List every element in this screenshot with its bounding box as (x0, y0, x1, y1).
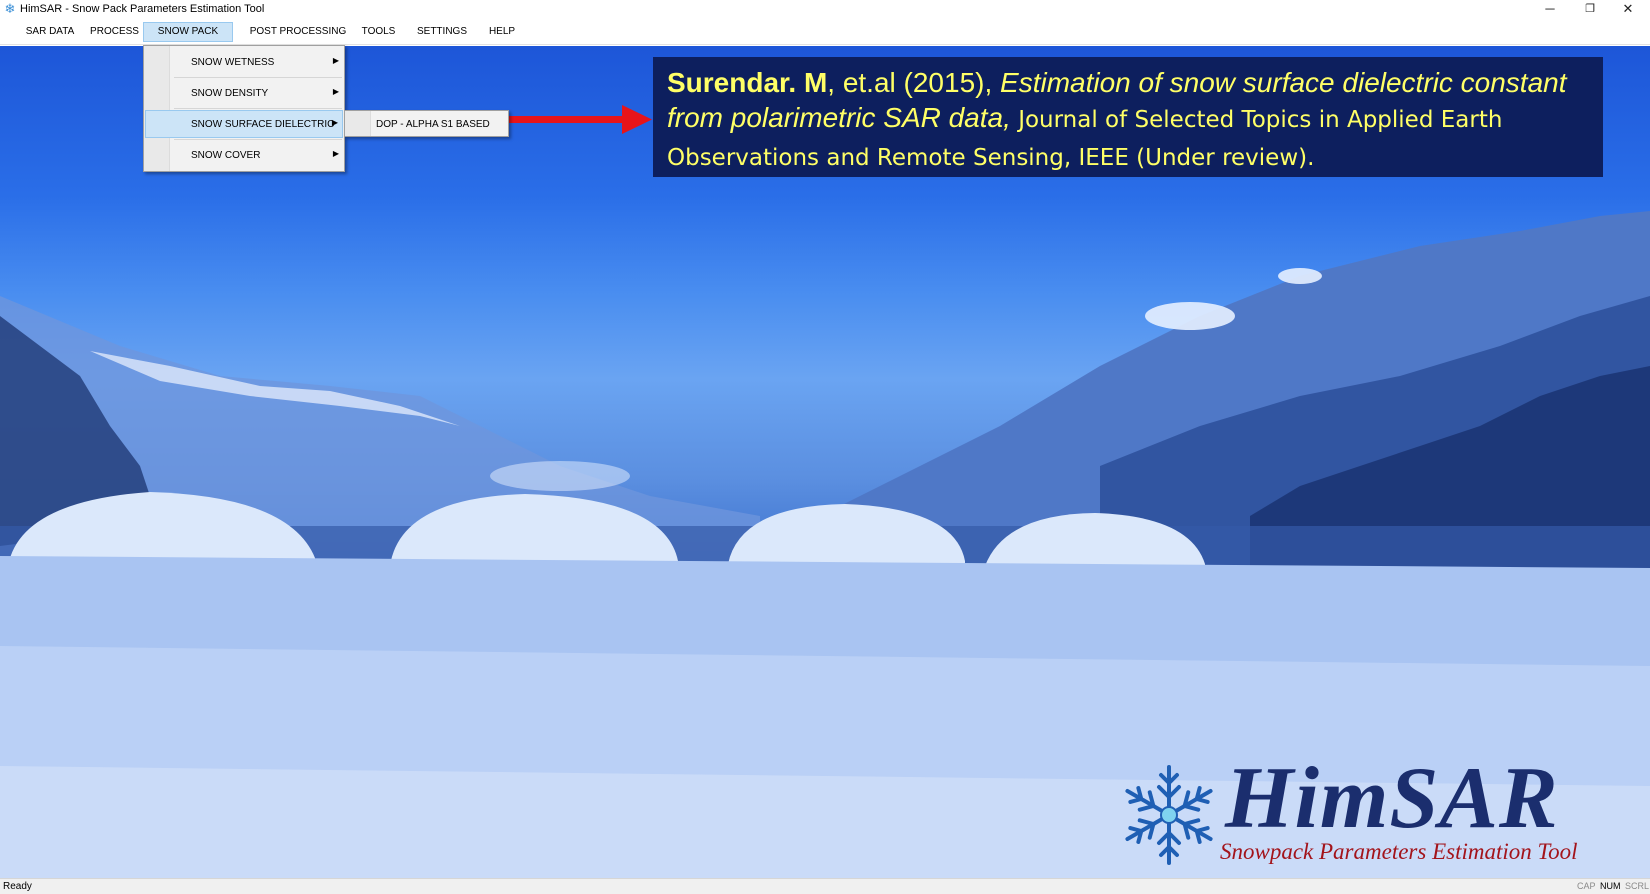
menu-process[interactable]: PROCESS (87, 22, 142, 42)
menu-bar: SAR DATA PROCESS SNOW PACK POST PROCESSI… (0, 19, 1650, 45)
citation-year: , et.al (2015), (827, 67, 1001, 98)
citation-author: Surendar. M (667, 67, 828, 98)
menu-settings[interactable]: SETTINGS (412, 22, 472, 42)
dropdown-item-label: SNOW DENSITY (191, 88, 269, 99)
menu-divider (174, 139, 342, 140)
restore-icon[interactable]: ❐ (1571, 0, 1609, 19)
submenu-arrow-icon: ▶ (331, 118, 338, 127)
minimize-icon[interactable]: ─ (1531, 0, 1569, 19)
num-lock-indicator: NUM (1600, 881, 1621, 891)
snowflake-icon: ❄ (4, 1, 16, 16)
snow-surface-dielectric-submenu: DOP - ALPHA S1 BASED (344, 110, 509, 137)
logo-subtitle: Snowpack Parameters Estimation Tool (1220, 839, 1578, 864)
menu-sar-data[interactable]: SAR DATA (20, 22, 80, 42)
logo-title: HimSAR (1225, 750, 1559, 847)
annotation-arrow-icon (486, 105, 652, 134)
menu-divider (174, 77, 342, 78)
window-title: HimSAR - Snow Pack Parameters Estimation… (20, 3, 265, 15)
dropdown-item-snow-wetness[interactable]: SNOW WETNESS ▶ (145, 48, 343, 76)
snow-pack-dropdown: SNOW WETNESS ▶ SNOW DENSITY ▶ SNOW SURFA… (143, 45, 345, 172)
dropdown-item-snow-cover[interactable]: SNOW COVER ▶ (145, 141, 343, 169)
title-bar: ❄ HimSAR - Snow Pack Parameters Estimati… (0, 0, 1650, 19)
menu-post-processing[interactable]: POST PROCESSING (248, 22, 348, 42)
himsar-logo: HimSAR Snowpack Parameters Estimation To… (1115, 750, 1635, 869)
submenu-item-dop-alpha-s1[interactable]: DOP - ALPHA S1 BASED (376, 119, 490, 130)
menu-tools[interactable]: TOOLS (356, 22, 401, 42)
submenu-arrow-icon: ▶ (332, 149, 339, 158)
menu-help[interactable]: HELP (483, 22, 521, 42)
snowflake-logo-icon (1120, 765, 1218, 865)
dropdown-item-snow-density[interactable]: SNOW DENSITY ▶ (145, 79, 343, 107)
citation-box: Surendar. M, et.al (2015), Estimation of… (653, 57, 1603, 177)
dropdown-item-label: SNOW COVER (191, 150, 261, 161)
menu-divider (174, 108, 342, 109)
close-icon[interactable]: ✕ (1609, 0, 1647, 19)
dropdown-item-label: SNOW WETNESS (191, 57, 275, 68)
dropdown-item-snow-surface-dielectric[interactable]: SNOW SURFACE DIELECTRIC ▶ (145, 110, 343, 138)
status-text: Ready (3, 881, 32, 892)
caps-lock-indicator: CAP (1577, 881, 1596, 891)
submenu-arrow-icon: ▶ (332, 56, 339, 65)
status-bar: Ready CAP NUM SCRL (0, 878, 1650, 894)
scroll-lock-indicator: SCRL (1625, 881, 1650, 891)
citation-text: Surendar. M, et.al (2015), Estimation of… (667, 65, 1589, 176)
menu-icon-gutter (345, 111, 371, 136)
dropdown-item-label: SNOW SURFACE DIELECTRIC (191, 119, 335, 130)
menu-snow-pack[interactable]: SNOW PACK (143, 22, 233, 42)
submenu-arrow-icon: ▶ (332, 87, 339, 96)
